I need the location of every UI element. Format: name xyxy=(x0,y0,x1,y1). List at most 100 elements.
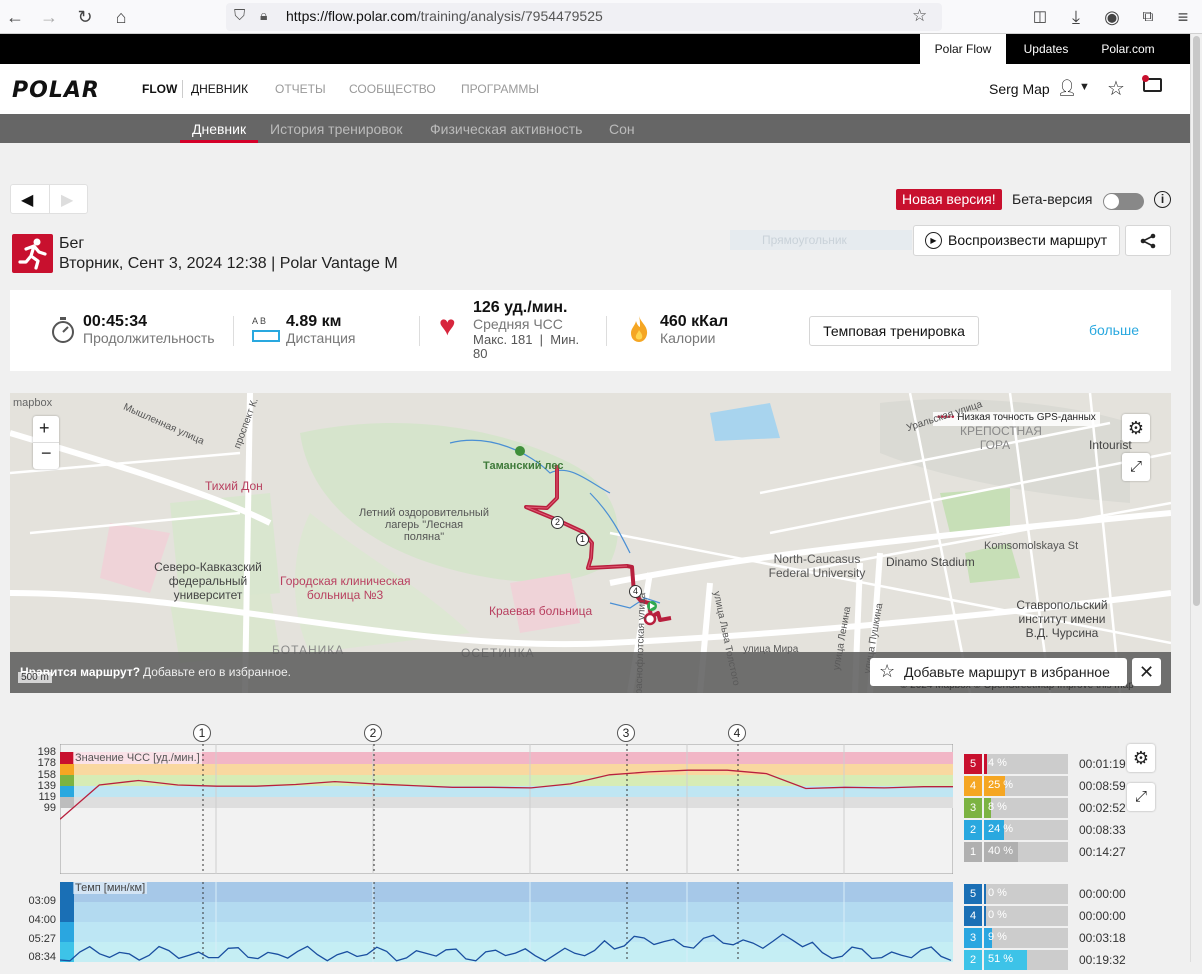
lock-icon[interactable]: 🔒︎ xyxy=(260,7,267,24)
account-icon[interactable]: ◉ xyxy=(1099,4,1125,30)
zoom-out-icon[interactable]: − xyxy=(41,443,52,464)
back-icon[interactable]: ← xyxy=(2,4,28,30)
pace-zone-marker xyxy=(60,922,74,942)
reload-icon[interactable]: ↻ xyxy=(72,4,98,30)
beta-toggle[interactable] xyxy=(1103,193,1144,210)
bookmark-star-icon[interactable]: ☆ xyxy=(912,6,927,26)
hr-value: 126 уд./мин. xyxy=(473,299,568,316)
distance-icon xyxy=(252,330,280,342)
map-label: Северо-Кавказский федеральный университе… xyxy=(154,560,262,602)
zone-bar: 25 % xyxy=(984,776,1068,796)
zone-percent: 0 % xyxy=(988,887,1007,899)
zone-row: 5 0 % xyxy=(964,884,1068,904)
star-icon: ☆ xyxy=(879,661,896,681)
pocket-icon[interactable]: ◫ xyxy=(1027,4,1053,30)
more-link[interactable]: больше xyxy=(1089,322,1139,338)
favorites-star-icon[interactable]: ☆ xyxy=(1107,76,1125,101)
zone-number: 5 xyxy=(964,754,982,774)
map-label: Ставропольский институт имени В.Д. Чурси… xyxy=(1016,598,1108,640)
pace-zone-band xyxy=(60,942,953,962)
zone-bar: 51 % xyxy=(984,950,1068,970)
lap-marker[interactable]: 2 xyxy=(364,724,382,742)
nav-reports[interactable]: ОТЧЕТЫ xyxy=(275,82,326,96)
zone-time: 00:03:18 xyxy=(1079,931,1126,945)
address-bar[interactable]: ⛉ 🔒︎ https://flow.polar.com/training/ana… xyxy=(226,3,942,31)
zone-bar: 9 % xyxy=(984,928,1068,948)
zone-number: 1 xyxy=(964,842,982,862)
user-name[interactable]: Serg Map xyxy=(989,81,1050,97)
extensions-icon[interactable]: ⧉ xyxy=(1135,4,1161,30)
zone-time: 00:01:19 xyxy=(1079,757,1126,771)
shield-icon[interactable]: ⛉ xyxy=(234,7,245,24)
nav-programs[interactable]: ПРОГРАММЫ xyxy=(461,82,539,96)
zone-bar: 0 % xyxy=(984,884,1068,904)
updates-link[interactable]: Updates xyxy=(1006,34,1086,64)
nav-diary[interactable]: ДНЕВНИК xyxy=(191,82,248,96)
hr-y-tick: 99 xyxy=(43,802,56,814)
subnav-activity[interactable]: Физическая активность xyxy=(430,121,582,137)
chevron-down-icon[interactable]: ▼ xyxy=(1079,81,1090,93)
pace-chart-title: Темп [мин/км] xyxy=(73,882,148,894)
hr-zones-table: 5 4 % 4 25 % 3 8 % 2 24 % 1 40 % xyxy=(964,754,1074,864)
user-icon[interactable]: 👤︎ xyxy=(1057,78,1077,98)
sport-name: Бег xyxy=(59,235,85,252)
session-pager: ◀ ▶ xyxy=(10,184,88,214)
nav-community[interactable]: СООБЩЕСТВО xyxy=(349,82,436,96)
add-favorite-button[interactable]: ☆ Добавьте маршрут в избранное xyxy=(870,658,1127,686)
hr-chart-title: Значение ЧСС [уд./мин.] xyxy=(73,752,202,764)
scrollbar-thumb[interactable] xyxy=(1193,36,1200,606)
summary-panel: 00:45:34 Продолжительность A B 4.89 км Д… xyxy=(10,290,1171,371)
map-expand-icon[interactable]: ⤢ xyxy=(1122,453,1150,481)
pace-zone-band xyxy=(60,882,953,902)
hr-zone-marker xyxy=(60,764,74,775)
browser-toolbar: ← → ↻ ⌂ ⛉ 🔒︎ https://flow.polar.com/trai… xyxy=(0,0,1202,34)
zone-percent: 4 % xyxy=(988,757,1007,769)
pace-zones-table: 5 0 % 4 0 % 3 9 % 2 51 % xyxy=(964,884,1074,974)
hr-zone-band xyxy=(60,775,953,786)
chart-expand-icon[interactable]: ⤢ xyxy=(1127,783,1155,811)
divider xyxy=(233,316,234,346)
subnav-history[interactable]: История тренировок xyxy=(270,121,402,137)
ab-label: A B xyxy=(252,316,267,326)
lap-marker[interactable]: 4 xyxy=(728,724,746,742)
lap-marker[interactable]: 1 xyxy=(193,724,211,742)
polar-com-link[interactable]: Polar.com xyxy=(1086,34,1170,64)
zoom-in-icon[interactable]: + xyxy=(39,418,50,439)
scrollbar[interactable] xyxy=(1190,34,1202,962)
lap-marker[interactable]: 1 xyxy=(576,533,589,546)
share-button[interactable] xyxy=(1125,225,1171,256)
map-label: Краевая больница xyxy=(489,604,593,618)
next-session-icon[interactable]: ▶ xyxy=(61,190,73,210)
polar-logo[interactable]: POLAR xyxy=(12,78,100,103)
download-icon[interactable]: ⤓ xyxy=(1063,4,1089,30)
pace-y-tick: 04:00 xyxy=(28,914,56,926)
replay-route-button[interactable]: ▶ Воспроизвести маршрут xyxy=(913,225,1120,256)
close-icon[interactable]: ✕ xyxy=(1132,658,1161,686)
lap-marker[interactable]: 4 xyxy=(629,585,642,598)
home-icon[interactable]: ⌂ xyxy=(108,4,134,30)
subnav-sleep[interactable]: Сон xyxy=(609,121,635,137)
zoom-controls: + − xyxy=(33,416,59,469)
flow-label: FLOW xyxy=(142,82,178,96)
menu-icon[interactable]: ≡ xyxy=(1170,4,1196,30)
zone-percent: 40 % xyxy=(988,845,1014,857)
subnav-diary[interactable]: Дневник xyxy=(192,121,246,137)
mapbox-logo[interactable]: mapbox xyxy=(13,397,52,409)
polar-flow-link[interactable]: Polar Flow xyxy=(920,34,1006,64)
lap-marker[interactable]: 3 xyxy=(617,724,635,742)
pace-y-tick: 03:09 xyxy=(28,895,56,907)
forward-icon[interactable]: → xyxy=(36,4,62,30)
route-map[interactable]: mapbox + − ••••• Низкая точность GPS-дан… xyxy=(10,393,1171,693)
pace-chart xyxy=(60,882,953,962)
training-type-button[interactable]: Темповая тренировка xyxy=(809,316,979,346)
map-label: Komsomolskaya St xyxy=(984,540,1079,552)
info-icon[interactable]: i xyxy=(1154,191,1171,208)
duration-label: Продолжительность xyxy=(83,330,215,346)
previous-session-icon[interactable]: ◀ xyxy=(21,190,33,210)
chart-settings-gear-icon[interactable]: ⚙ xyxy=(1127,744,1155,772)
new-version-badge[interactable]: Новая версия! xyxy=(896,189,1002,210)
zone-row: 2 51 % xyxy=(964,950,1068,970)
lap-marker[interactable]: 2 xyxy=(551,516,564,529)
zone-number: 4 xyxy=(964,906,982,926)
zone-bar: 0 % xyxy=(984,906,1068,926)
